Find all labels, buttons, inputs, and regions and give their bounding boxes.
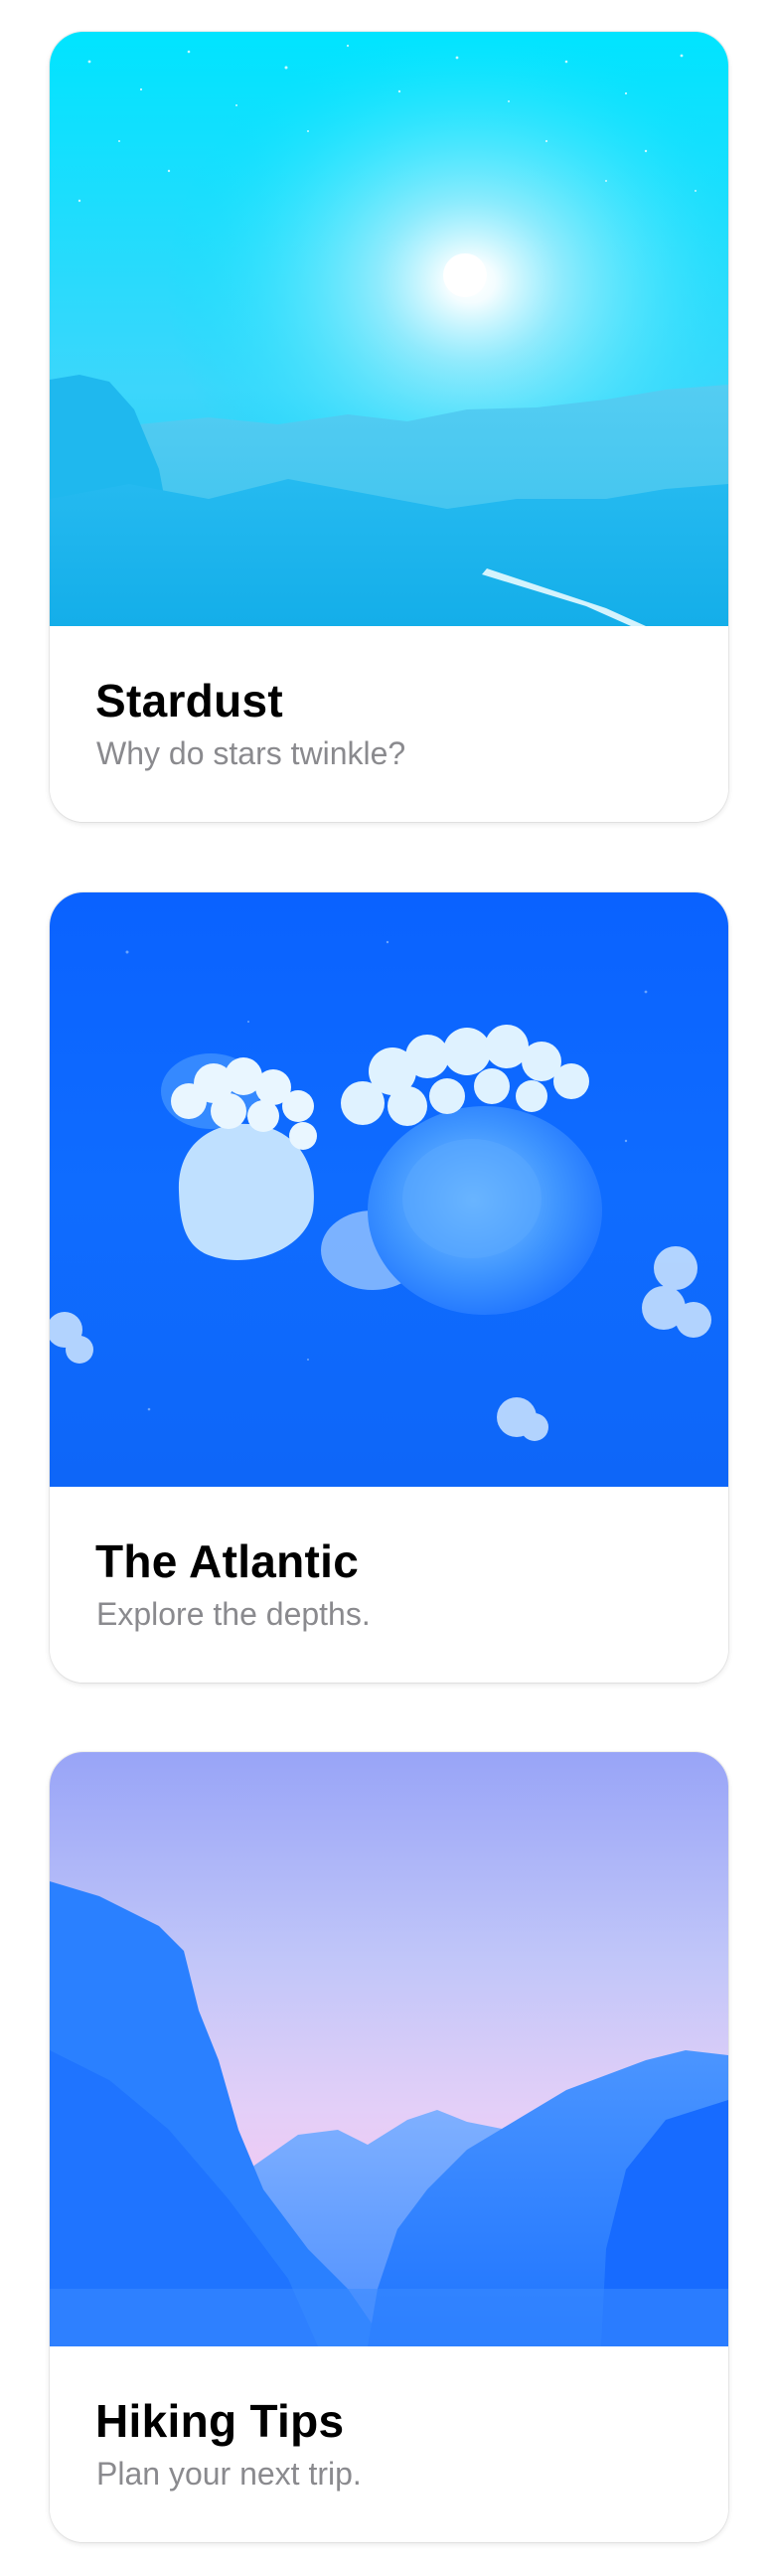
card-hiking-tips[interactable]: Hiking Tips Plan your next trip.	[50, 1752, 728, 2542]
valley-cliffs-dusk-photo	[50, 1752, 728, 2346]
night-sky-mountains-photo	[50, 32, 728, 626]
card-stardust[interactable]: Stardust Why do stars twinkle?	[50, 32, 728, 822]
card-title: The Atlantic	[95, 1535, 360, 1587]
card-subtitle: Explore the depths.	[96, 1596, 371, 1632]
card-text-area: Hiking Tips Plan your next trip.	[50, 2346, 728, 2542]
card-title: Stardust	[95, 675, 283, 726]
card-subtitle: Why do stars twinkle?	[96, 735, 406, 771]
card-text-area: The Atlantic Explore the depths.	[50, 1487, 728, 1683]
card-text-area: Stardust Why do stars twinkle?	[50, 626, 728, 822]
card-the-atlantic[interactable]: The Atlantic Explore the depths.	[50, 892, 728, 1683]
card-subtitle: Plan your next trip.	[96, 2456, 362, 2492]
jellyfish-underwater-photo	[50, 892, 728, 1487]
card-title: Hiking Tips	[95, 2395, 345, 2447]
